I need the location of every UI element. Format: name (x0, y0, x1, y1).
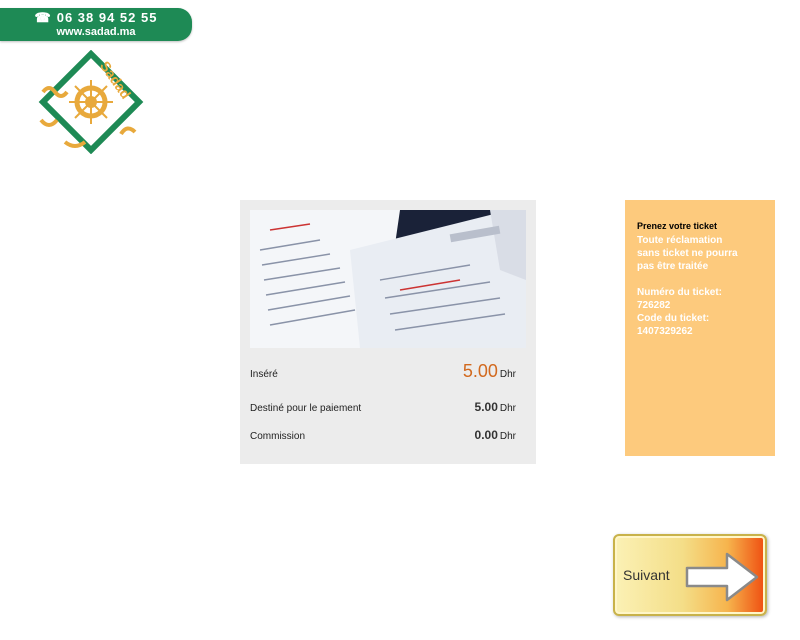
phone-icon: ☎ (34, 10, 52, 25)
contact-banner: ☎ 06 38 94 52 55 www.sadad.ma (0, 8, 192, 41)
receipts-image (250, 210, 526, 348)
warning-line: Toute réclamation (637, 235, 723, 246)
receipts-photo (250, 210, 526, 348)
arrow-right-icon (685, 552, 759, 602)
phone-number: 06 38 94 52 55 (56, 10, 158, 25)
destined-amount: 5.00 (474, 400, 498, 414)
destined-value: 5.00 Dhr (475, 398, 516, 416)
take-ticket-text: Prenez votre ticket (637, 221, 718, 231)
next-button[interactable]: Suivant (613, 534, 767, 616)
warning-line: pas être traitée (637, 261, 709, 272)
payment-summary-card: Inséré 5.00 Dhr Destiné pour le paiement … (240, 200, 536, 464)
inserted-row: Inséré 5.00 Dhr (250, 358, 526, 382)
sadad-logo: Sadad (35, 50, 147, 154)
sadad-logo-icon: Sadad (38, 50, 144, 154)
commission-row: Commission 0.00 Dhr (250, 420, 526, 444)
inserted-amount: 5.00 (462, 361, 498, 381)
warning-line: sans ticket ne pourra (637, 248, 738, 259)
inserted-value: 5.00 Dhr (463, 361, 516, 382)
currency-label: Dhr (499, 403, 516, 414)
phone-line: ☎ 06 38 94 52 55 (0, 10, 192, 26)
currency-label: Dhr (499, 431, 516, 442)
ticket-code-label: Code du ticket: (637, 313, 710, 324)
commission-value: 0.00 Dhr (475, 426, 516, 444)
destined-label: Destiné pour le paiement (250, 403, 362, 414)
commission-label: Commission (250, 431, 306, 442)
website-link[interactable]: www.sadad.ma (0, 26, 192, 39)
next-button-label: Suivant (623, 567, 670, 583)
ticket-code: 1407329262 (637, 326, 693, 337)
ticket-number-label: Numéro du ticket: (637, 287, 723, 298)
destined-row: Destiné pour le paiement 5.00 Dhr (250, 392, 526, 416)
inserted-label: Inséré (250, 369, 278, 380)
ticket-number: 726282 (637, 300, 671, 311)
currency-label: Dhr (499, 369, 516, 380)
commission-amount: 0.00 (474, 428, 498, 442)
ticket-info-panel: Prenez votre ticket Toute réclamation sa… (625, 200, 775, 456)
